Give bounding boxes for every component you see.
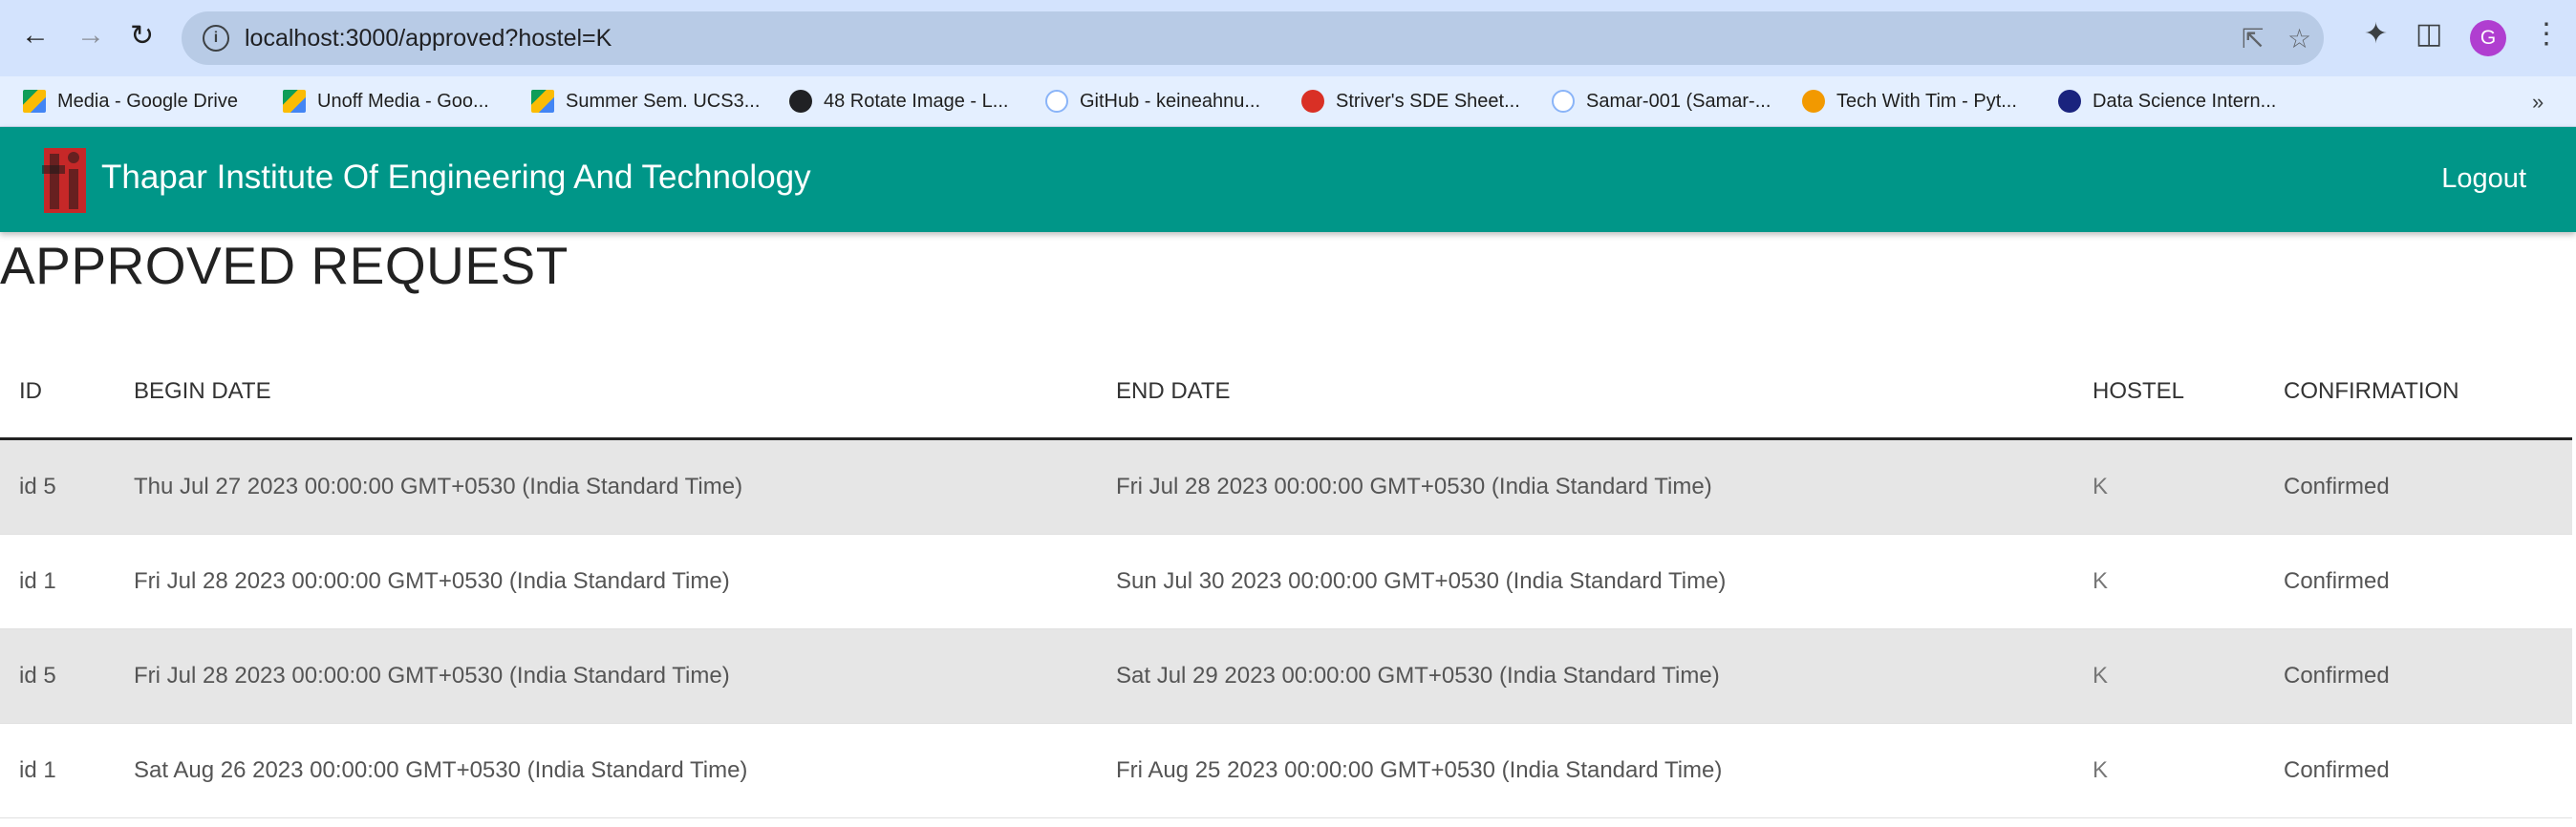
bookmark-label: Tech With Tim - Pyt... (1836, 90, 2017, 112)
address-bar[interactable]: i localhost:3000/approved?hostel=K ⇱ ☆ (182, 11, 2324, 65)
bookmark-item[interactable]: Media - Google Drive (23, 86, 238, 117)
bookmark-label: GitHub - keineahnu... (1080, 90, 1260, 112)
bookmark-label: Media - Google Drive (57, 90, 238, 112)
thapar-logo (42, 148, 86, 213)
table-row: id 1 Fri Jul 28 2023 00:00:00 GMT+0530 (… (0, 535, 2572, 629)
table-header: ID BEGIN DATE END DATE HOSTEL CONFIRMATI… (0, 346, 2572, 440)
cell-confirmation: Confirmed (2284, 663, 2390, 689)
url-text[interactable]: localhost:3000/approved?hostel=K (245, 25, 612, 53)
app-title: Thapar Institute Of Engineering And Tech… (101, 159, 811, 196)
reload-icon[interactable]: ↻ (130, 19, 154, 53)
cell-end-date: Fri Jul 28 2023 00:00:00 GMT+0530 (India… (1116, 474, 1712, 499)
striver-icon (1301, 90, 1324, 113)
extensions-icon[interactable]: ✦ (2364, 17, 2388, 51)
cell-begin-date: Sat Aug 26 2023 00:00:00 GMT+0530 (India… (134, 757, 748, 783)
cell-hostel: K (2093, 568, 2109, 594)
google-drive-icon (23, 90, 46, 113)
github-icon (1552, 90, 1575, 113)
bookmark-label: Summer Sem. UCS3... (566, 90, 761, 112)
bookmark-item[interactable]: Samar-001 (Samar-... (1552, 86, 1771, 117)
browser-toolbar: ← → ↻ i localhost:3000/approved?hostel=K… (0, 0, 2576, 76)
bookmark-label: 48 Rotate Image - L... (824, 90, 1009, 112)
cell-end-date: Fri Aug 25 2023 00:00:00 GMT+0530 (India… (1116, 757, 1723, 783)
cell-begin-date: Thu Jul 27 2023 00:00:00 GMT+0530 (India… (134, 474, 743, 499)
cell-hostel: K (2093, 757, 2109, 783)
cell-begin-date: Fri Jul 28 2023 00:00:00 GMT+0530 (India… (134, 663, 730, 689)
column-header-id: ID (19, 378, 42, 404)
back-arrow-icon[interactable]: ← (21, 19, 50, 52)
browser-menu-icon[interactable]: ⋮ (2532, 17, 2561, 51)
more-bookmarks-icon[interactable]: » (2532, 90, 2544, 115)
app-header: Thapar Institute Of Engineering And Tech… (0, 127, 2576, 232)
bookmark-label: Samar-001 (Samar-... (1586, 90, 1771, 112)
site-info-icon[interactable]: i (203, 25, 229, 52)
cell-end-date: Sun Jul 30 2023 00:00:00 GMT+0530 (India… (1116, 568, 1727, 594)
bookmark-item[interactable]: 48 Rotate Image - L... (789, 86, 1008, 117)
cell-id: id 5 (19, 663, 56, 689)
side-panel-icon[interactable]: ◫ (2415, 17, 2442, 51)
cell-id: id 1 (19, 568, 56, 594)
bookmark-star-icon[interactable]: ☆ (2287, 23, 2311, 54)
cell-hostel: K (2093, 474, 2109, 499)
bookmark-item[interactable]: GitHub - keineahnu... (1045, 86, 1260, 117)
google-drive-icon (283, 90, 306, 113)
column-header-end-date: END DATE (1116, 378, 1231, 404)
logout-button[interactable]: Logout (2441, 163, 2526, 195)
cell-id: id 1 (19, 757, 56, 783)
approved-requests-table: ID BEGIN DATE END DATE HOSTEL CONFIRMATI… (0, 346, 2572, 818)
table-row: id 5 Fri Jul 28 2023 00:00:00 GMT+0530 (… (0, 629, 2572, 724)
globe-icon (789, 90, 812, 113)
profile-avatar[interactable]: G (2470, 20, 2506, 56)
forward-arrow-icon[interactable]: → (76, 19, 105, 52)
google-drive-icon (531, 90, 554, 113)
github-icon (1045, 90, 1068, 113)
cell-begin-date: Fri Jul 28 2023 00:00:00 GMT+0530 (India… (134, 568, 730, 594)
column-header-hostel: HOSTEL (2093, 378, 2185, 404)
bookmark-item[interactable]: Tech With Tim - Pyt... (1802, 86, 2017, 117)
share-icon[interactable]: ⇱ (2242, 23, 2264, 54)
cell-confirmation: Confirmed (2284, 474, 2390, 499)
table-row: id 1 Sat Aug 26 2023 00:00:00 GMT+0530 (… (0, 724, 2572, 818)
bookmark-label: Striver's SDE Sheet... (1336, 90, 1520, 112)
bookmark-label: Unoff Media - Goo... (317, 90, 489, 112)
bookmark-item[interactable]: Unoff Media - Goo... (283, 86, 489, 117)
column-header-confirmation: CONFIRMATION (2284, 378, 2459, 404)
column-header-begin-date: BEGIN DATE (134, 378, 271, 404)
cell-end-date: Sat Jul 29 2023 00:00:00 GMT+0530 (India… (1116, 663, 1720, 689)
page-title: APPROVED REQUEST (0, 236, 569, 295)
bookmarks-bar: Media - Google Drive Unoff Media - Goo..… (0, 76, 2576, 127)
cell-hostel: K (2093, 663, 2109, 689)
unstop-icon (2058, 90, 2081, 113)
table-row: id 5 Thu Jul 27 2023 00:00:00 GMT+0530 (… (0, 440, 2572, 535)
cell-confirmation: Confirmed (2284, 568, 2390, 594)
bookmark-label: Data Science Intern... (2093, 90, 2277, 112)
bookmark-item[interactable]: Summer Sem. UCS3... (531, 86, 760, 117)
bookmark-item[interactable]: Striver's SDE Sheet... (1301, 86, 1520, 117)
cell-confirmation: Confirmed (2284, 757, 2390, 783)
cell-id: id 5 (19, 474, 56, 499)
bookmark-item[interactable]: Data Science Intern... (2058, 86, 2276, 117)
techwithtim-icon (1802, 90, 1825, 113)
